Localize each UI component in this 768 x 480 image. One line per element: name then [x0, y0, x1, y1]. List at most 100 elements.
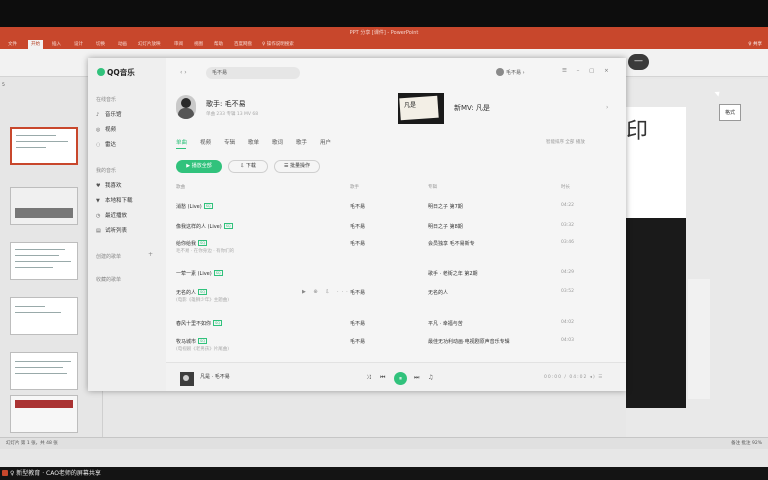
table-row[interactable]: 给你给我 SQ 毛不易 · 在你身边 · 有你们的 毛不易 会员独享 毛不易新专 …: [176, 240, 616, 260]
now-playing-title[interactable]: 凡是 · 毛不易: [200, 373, 230, 380]
add-playlist-icon[interactable]: +: [148, 251, 153, 258]
ppt-tab-insert[interactable]: 插入: [52, 40, 61, 49]
slide-thumbnail[interactable]: [10, 187, 78, 225]
ppt-tab-design[interactable]: 设计: [74, 40, 83, 49]
sidebar-section-created[interactable]: 创建的歌单: [96, 253, 121, 260]
song-singer[interactable]: 毛不易: [350, 240, 365, 247]
ppt-share-button[interactable]: ♀ 共享: [748, 40, 762, 49]
song-duration: 04:29: [561, 270, 574, 275]
music-note-icon: ♪: [96, 112, 100, 118]
shuffle-icon[interactable]: ⤨: [366, 374, 371, 382]
song-title[interactable]: 无名的人 SQ: [176, 289, 207, 296]
close-icon[interactable]: —: [628, 54, 649, 70]
song-duration: 04:22: [561, 203, 574, 208]
search-input[interactable]: 毛不易: [206, 67, 300, 79]
song-singer[interactable]: 毛不易: [350, 223, 365, 230]
tab-lyrics[interactable]: 歌词: [272, 138, 283, 146]
sidebar-item-music-hall[interactable]: ♪ 音乐馆: [96, 110, 122, 118]
song-album[interactable]: 平凡 · 幸福与苦: [428, 320, 463, 327]
next-icon[interactable]: ⏭: [414, 374, 419, 382]
tab-albums[interactable]: 专辑: [224, 138, 235, 146]
user-profile[interactable]: 毛不易 ›: [496, 68, 525, 76]
download-button[interactable]: ⇩ 下载: [228, 160, 268, 173]
sidebar-item-local-download[interactable]: ▼ 本地和下载: [96, 196, 133, 204]
play-all-button[interactable]: ▶ 播放全部: [176, 160, 222, 173]
mv-thumbnail[interactable]: 凡是: [398, 93, 444, 124]
table-row[interactable]: 一荤一素 (Live) SQ 歌手 · 老街之年 第2期 04:29: [176, 270, 616, 290]
previous-icon[interactable]: ⏮: [380, 374, 385, 382]
artist-name[interactable]: 歌手: 毛不易: [206, 99, 246, 109]
song-album[interactable]: 歌手 · 老街之年 第2期: [428, 270, 478, 277]
song-album[interactable]: 最佳无功利动画·电视剧原声音乐专辑: [428, 338, 510, 345]
player-time-volume[interactable]: 00:00 / 04:02 ◂) ☰: [544, 375, 603, 380]
sidebar-item-favorites[interactable]: ♥ 我喜欢: [96, 181, 122, 189]
slide-thumbnail[interactable]: [10, 395, 78, 433]
tab-songs[interactable]: 单曲: [176, 138, 187, 146]
song-singer[interactable]: 毛不易: [350, 320, 365, 327]
lyrics-icon[interactable]: ♫: [428, 374, 433, 381]
artist-avatar[interactable]: [176, 95, 196, 119]
slide-thumbnail[interactable]: [10, 352, 78, 390]
slide-dark-block: [626, 218, 686, 408]
sidebar-item-recent[interactable]: ◷ 最近播放: [96, 211, 127, 219]
ppt-tell-me-search[interactable]: ♀ 操作说明搜索: [262, 40, 294, 49]
sidebar-item-radar[interactable]: ◌ 雷达: [96, 140, 116, 148]
tab-singers[interactable]: 歌手: [296, 138, 307, 146]
sort-options[interactable]: 智能排序 全部 播放: [546, 139, 585, 145]
ppt-tab-transitions[interactable]: 切换: [96, 40, 105, 49]
ppt-title-bar: PPT 分享 [课件] - PowerPoint: [0, 27, 768, 39]
song-subtitle: 毛不易 · 在你身边 · 有你们的: [176, 249, 235, 254]
song-duration: 04:02: [561, 320, 574, 325]
song-album[interactable]: 会员独享 毛不易新专: [428, 240, 475, 247]
song-singer[interactable]: 毛不易: [350, 338, 365, 345]
song-title[interactable]: 消愁 (Live) SQ: [176, 203, 213, 210]
table-row[interactable]: 春风十里不如你 SQ 毛不易 平凡 · 幸福与苦 04:02: [176, 320, 616, 340]
ppt-tab-view[interactable]: 视图: [194, 40, 203, 49]
ppt-tab-file[interactable]: 文件: [8, 40, 17, 49]
nav-arrows[interactable]: ‹ ›: [180, 69, 187, 76]
slide-thumbnail[interactable]: [10, 127, 78, 165]
tab-users[interactable]: 用户: [320, 138, 331, 146]
ppt-tab-baidu[interactable]: 百度网盘: [234, 40, 252, 49]
now-playing-cover[interactable]: [180, 372, 194, 386]
mv-title[interactable]: 新MV: 凡是: [454, 103, 490, 113]
batch-operation-button[interactable]: ☰ 批量操作: [274, 160, 320, 173]
sidebar-item-video[interactable]: ◎ 视频: [96, 125, 116, 133]
song-album[interactable]: 无名的人: [428, 289, 448, 296]
sidebar-item-trial-list[interactable]: ▤ 试听列表: [96, 226, 127, 234]
song-title[interactable]: 像我这样的人 (Live) SQ: [176, 223, 233, 230]
ppt-tab-slideshow[interactable]: 幻灯片放映: [138, 40, 161, 49]
song-title[interactable]: 春风十里不如你 SQ: [176, 320, 222, 327]
song-title[interactable]: 牧马城市 SQ: [176, 338, 207, 345]
row-action-icons[interactable]: ▶ ⊕ ⇩ ···: [302, 289, 351, 295]
ppt-tab-review[interactable]: 审阅: [174, 40, 183, 49]
song-album[interactable]: 明日之子 第8期: [428, 223, 463, 230]
zoom-controls[interactable]: 备注 批注 92%: [731, 438, 762, 449]
table-row[interactable]: 无名的人 SQ (电影《雄狮少年》主题曲) ▶ ⊕ ⇩ ··· 毛不易 无名的人 …: [176, 289, 616, 309]
ppt-tab-home[interactable]: 开始: [28, 40, 43, 49]
window-controls[interactable]: ☰ – ▢ ×: [562, 68, 613, 74]
pause-button[interactable]: ⏸: [394, 372, 407, 385]
tab-videos[interactable]: 视频: [200, 138, 211, 146]
song-title[interactable]: 一荤一素 (Live) SQ: [176, 270, 223, 277]
song-title[interactable]: 给你给我 SQ: [176, 240, 207, 247]
format-button[interactable]: 格式: [719, 104, 741, 121]
chevron-right-icon[interactable]: ›: [606, 104, 608, 111]
song-singer[interactable]: 毛不易: [350, 289, 365, 296]
slide-thumbnail[interactable]: [10, 297, 78, 335]
song-singer[interactable]: 毛不易: [350, 203, 365, 210]
sidebar-section-collected[interactable]: 收藏的歌单: [96, 276, 121, 283]
screen-share-text[interactable]: ♀ 新型教育 · CAO老师的屏幕共享: [10, 467, 101, 480]
tab-active-indicator: [176, 148, 186, 149]
slide-thumbnail[interactable]: [10, 242, 78, 280]
ppt-tab-help[interactable]: 帮助: [214, 40, 223, 49]
song-album[interactable]: 明日之子 第7期: [428, 203, 463, 210]
tab-playlists[interactable]: 歌单: [248, 138, 259, 146]
sq-badge: SQ: [198, 240, 207, 246]
ppt-tab-animations[interactable]: 动画: [118, 40, 127, 49]
column-duration: 时长: [561, 185, 570, 190]
ppt-status-bar: 幻灯片 第 1 张，共 48 张 备注 批注 92%: [0, 437, 768, 449]
song-duration: 03:46: [561, 240, 574, 245]
table-row[interactable]: 消愁 (Live) SQ 毛不易 明日之子 第7期 04:22: [176, 203, 616, 223]
table-row[interactable]: 牧马城市 SQ (电视剧《老男孩》片尾曲) 毛不易 最佳无功利动画·电视剧原声音乐…: [176, 338, 616, 358]
